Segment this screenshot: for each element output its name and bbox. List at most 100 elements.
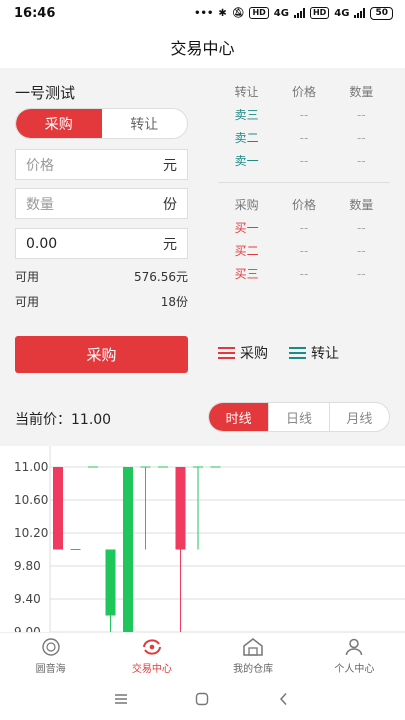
back-icon[interactable] <box>276 691 292 707</box>
buy-price: -- <box>299 220 309 235</box>
sell-level: 卖三 <box>234 108 259 122</box>
warehouse-icon <box>243 637 263 656</box>
system-nav-bar <box>0 678 405 720</box>
candle-body <box>123 467 133 632</box>
hd-badge-2: HD <box>309 7 330 19</box>
tab-transfer[interactable]: 转让 <box>102 109 188 138</box>
signal-icon-2 <box>354 8 366 18</box>
sell-price: -- <box>299 107 309 122</box>
status-time: 16:46 <box>14 5 56 21</box>
amount-value: 0.00 <box>26 235 58 252</box>
price-unit: 元 <box>163 157 177 174</box>
tab-label: 我的仓库 <box>233 663 274 675</box>
exchange-icon <box>142 638 161 655</box>
tab-trade-center[interactable]: 交易中心 <box>101 633 202 678</box>
circle-logo-icon <box>41 637 60 656</box>
price-input[interactable]: 价格 元 <box>15 149 188 180</box>
sell-price: -- <box>299 130 309 145</box>
tab-hourly[interactable]: 时线 <box>209 403 269 431</box>
legend-buy-label: 采购 <box>240 346 268 362</box>
sell-orderbook: 转让 价格 数量 卖三 -- -- 卖二 -- -- 卖一 -- -- <box>218 80 390 172</box>
mode-switch: 采购 转让 <box>15 108 188 139</box>
y-tick-label: 10.20 <box>14 526 48 540</box>
quantity-placeholder: 数量 <box>26 196 54 213</box>
quantity-input[interactable]: 数量 份 <box>15 188 188 219</box>
submit-buy-button[interactable]: 采购 <box>15 336 188 373</box>
buy-header-row: 采购 价格 数量 <box>218 193 390 216</box>
y-tick-label: 9.00 <box>14 625 41 632</box>
tab-label: 圆音海 <box>35 663 66 675</box>
orderbook-divider <box>218 182 390 183</box>
buy-qty: -- <box>356 220 366 235</box>
tab-my-warehouse[interactable]: 我的仓库 <box>203 633 304 678</box>
menu-lines-icon <box>218 347 235 359</box>
legend-transfer: 转让 <box>289 343 339 363</box>
nav-bar: 交易中心 <box>0 26 405 68</box>
buy-header-side: 采购 <box>234 198 259 212</box>
sell-qty: -- <box>356 107 366 122</box>
candle-body <box>105 549 116 616</box>
available-qty-row: 可用 18份 <box>15 293 188 310</box>
status-bar: 16:46 ••• ✱ 🔕︎ HD 4G HD 4G 50 <box>0 0 405 26</box>
buy-price: -- <box>299 266 309 281</box>
buy-header-price: 价格 <box>291 198 316 212</box>
tab-yuanyinhai[interactable]: 圆音海 <box>0 633 101 678</box>
buy-header-qty: 数量 <box>349 198 374 212</box>
buy-qty: -- <box>356 243 366 258</box>
y-tick-label: 10.60 <box>14 493 48 507</box>
legend-buy: 采购 <box>218 343 268 363</box>
tab-personal-center[interactable]: 个人中心 <box>304 633 405 678</box>
candle-body <box>175 467 186 550</box>
kline-svg: 11.00 10.60 10.20 9.80 9.40 9.00 <box>14 446 405 632</box>
y-tick-label: 11.00 <box>14 460 48 474</box>
timeframe-switch: 时线 日线 月线 <box>208 402 390 432</box>
available-money-row: 可用 576.56元 <box>15 268 188 285</box>
net-label-2: 4G <box>334 7 350 19</box>
tab-label: 交易中心 <box>131 663 172 675</box>
candle-body <box>53 467 63 550</box>
sell-level: 卖二 <box>234 131 259 145</box>
table-row[interactable]: 卖二 -- -- <box>218 126 390 149</box>
amount-unit: 元 <box>163 236 177 253</box>
tab-monthly[interactable]: 月线 <box>328 403 389 431</box>
price-placeholder: 价格 <box>26 157 54 174</box>
more-dots-icon: ••• <box>194 7 214 19</box>
buy-price: -- <box>299 243 309 258</box>
hd-badge: HD <box>249 7 269 19</box>
available-money: 576.56元 <box>134 270 188 284</box>
legend-transfer-label: 转让 <box>311 346 339 362</box>
amount-field[interactable]: 0.00 元 <box>15 228 188 259</box>
home-icon[interactable] <box>194 691 210 707</box>
menu-icon[interactable] <box>113 692 129 706</box>
sell-qty: -- <box>356 130 366 145</box>
kline-chart[interactable]: 11.00 10.60 10.20 9.80 9.40 9.00 <box>0 446 405 632</box>
sell-header-side: 转让 <box>234 85 259 99</box>
sell-level: 卖一 <box>234 154 259 168</box>
page-title: 交易中心 <box>170 39 235 58</box>
table-row[interactable]: 买三 -- -- <box>218 262 390 285</box>
table-row[interactable]: 卖一 -- -- <box>218 149 390 172</box>
available-qty: 18份 <box>160 295 188 309</box>
bottom-tab-bar: 圆音海 交易中心 我的仓库 个人中心 <box>0 632 405 678</box>
signal-icon <box>293 8 305 18</box>
sell-header-price: 价格 <box>291 85 316 99</box>
buy-level: 买二 <box>234 244 259 258</box>
menu-lines-icon <box>289 347 306 359</box>
trade-panel: 一号测试 采购 转让 价格 元 数量 份 0.00 元 可用 576.56元 可… <box>0 68 405 446</box>
table-row[interactable]: 卖三 -- -- <box>218 103 390 126</box>
y-tick-label: 9.40 <box>14 592 41 606</box>
sell-price: -- <box>299 153 309 168</box>
current-price: 当前价：11.00 <box>15 412 112 428</box>
tab-label: 个人中心 <box>334 663 375 675</box>
net-label-1: 4G <box>273 7 289 19</box>
mute-icon: 🔕︎ <box>231 7 245 19</box>
table-row[interactable]: 买一 -- -- <box>218 216 390 239</box>
status-icons: ••• ✱ 🔕︎ HD 4G HD 4G 50 <box>194 6 393 20</box>
tab-daily[interactable]: 日线 <box>268 403 328 431</box>
product-name: 一号测试 <box>15 84 76 102</box>
table-row[interactable]: 买二 -- -- <box>218 239 390 262</box>
quantity-unit: 份 <box>163 196 177 213</box>
tab-buy[interactable]: 采购 <box>16 109 102 138</box>
sell-header-qty: 数量 <box>349 85 374 99</box>
buy-orderbook: 采购 价格 数量 买一 -- -- 买二 -- -- 买三 -- -- <box>218 193 390 285</box>
